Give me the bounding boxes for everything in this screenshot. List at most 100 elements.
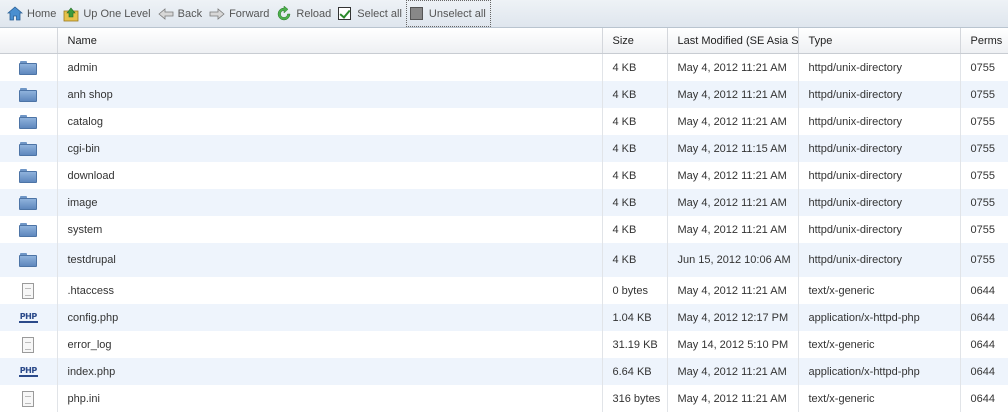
generic-file-icon: [22, 336, 35, 353]
file-perms: 0755: [960, 135, 1008, 162]
folder-icon: [19, 87, 38, 102]
file-name[interactable]: .htaccess: [57, 277, 603, 304]
home-icon: [6, 5, 24, 22]
file-type: httpd/unix-directory: [798, 162, 961, 189]
table-row[interactable]: PHP index.php 6.64 KB May 4, 2012 11:21 AM a…: [0, 358, 1008, 385]
file-type: application/x-httpd-php: [798, 304, 961, 331]
folder-icon: [19, 168, 38, 183]
table-row[interactable]: .htaccess 0 bytes May 4, 2012 11:21 AM text…: [0, 277, 1008, 304]
table-row[interactable]: anh shop 4 KB May 4, 2012 11:21 AM httpd/un…: [0, 81, 1008, 108]
file-name[interactable]: system: [57, 216, 603, 243]
file-name[interactable]: php.ini: [57, 385, 603, 412]
file-perms: 0755: [960, 81, 1008, 108]
file-type: httpd/unix-directory: [798, 53, 961, 81]
file-size: 4 KB: [602, 216, 668, 243]
file-perms: 0755: [960, 216, 1008, 243]
file-size: 4 KB: [602, 243, 668, 277]
file-name[interactable]: admin: [57, 53, 603, 81]
row-icon-cell: [0, 81, 58, 108]
back-button[interactable]: Back: [155, 2, 206, 26]
file-perms: 0644: [960, 331, 1008, 358]
up-one-level-label: Up One Level: [83, 7, 151, 20]
row-icon-cell: [0, 331, 58, 358]
table-row[interactable]: system 4 KB May 4, 2012 11:21 AM httpd/unix…: [0, 216, 1008, 243]
column-header-type[interactable]: Type: [798, 28, 961, 54]
table-row[interactable]: PHP config.php 1.04 KB May 4, 2012 12:17 PM…: [0, 304, 1008, 331]
folder-up-icon: [63, 6, 79, 22]
file-type: httpd/unix-directory: [798, 216, 961, 243]
select-all-button[interactable]: Select all: [335, 2, 406, 26]
file-name[interactable]: cgi-bin: [57, 135, 603, 162]
file-name[interactable]: config.php: [57, 304, 603, 331]
up-one-level-button[interactable]: Up One Level: [60, 2, 154, 26]
table-row[interactable]: catalog 4 KB May 4, 2012 11:21 AM httpd/uni…: [0, 108, 1008, 135]
file-size: 316 bytes: [602, 385, 668, 412]
row-icon-cell: [0, 189, 58, 216]
file-size: 4 KB: [602, 53, 668, 81]
file-size: 4 KB: [602, 108, 668, 135]
column-header-icon: [0, 28, 58, 54]
reload-button[interactable]: Reload: [273, 2, 335, 26]
column-header-modified[interactable]: Last Modified (SE Asia S: [667, 28, 799, 54]
file-modified: May 4, 2012 11:21 AM: [667, 216, 799, 243]
folder-icon: [19, 222, 38, 237]
select-all-label: Select all: [357, 7, 402, 20]
file-name[interactable]: testdrupal: [57, 243, 603, 277]
forward-button[interactable]: Forward: [206, 2, 273, 26]
file-table: Name Size Last Modified (SE Asia S Type …: [0, 28, 1008, 412]
folder-icon: [19, 114, 38, 129]
file-name[interactable]: index.php: [57, 358, 603, 385]
toolbar: Home Up One Level Back Forward Reload Se…: [0, 0, 1008, 28]
file-modified: May 4, 2012 11:21 AM: [667, 277, 799, 304]
row-icon-cell: [0, 243, 58, 277]
row-icon-cell: [0, 135, 58, 162]
reload-icon: [276, 4, 292, 22]
file-name[interactable]: image: [57, 189, 603, 216]
file-modified: May 4, 2012 11:21 AM: [667, 53, 799, 81]
table-row[interactable]: cgi-bin 4 KB May 4, 2012 11:15 AM httpd/uni…: [0, 135, 1008, 162]
unselect-all-label: Unselect all: [428, 7, 486, 20]
column-header-perms[interactable]: Perms: [960, 28, 1008, 54]
file-perms: 0644: [960, 304, 1008, 331]
back-arrow-icon: [157, 6, 174, 22]
file-size: 6.64 KB: [602, 358, 668, 385]
folder-icon: [19, 253, 38, 267]
file-type: httpd/unix-directory: [798, 108, 961, 135]
file-modified: May 4, 2012 11:21 AM: [667, 358, 799, 385]
file-perms: 0755: [960, 189, 1008, 216]
table-header-row: Name Size Last Modified (SE Asia S Type …: [0, 28, 1008, 54]
file-perms: 0644: [960, 277, 1008, 304]
row-icon-cell: [0, 385, 58, 412]
folder-icon: [19, 60, 38, 75]
file-size: 4 KB: [602, 189, 668, 216]
file-name[interactable]: catalog: [57, 108, 603, 135]
file-type: text/x-generic: [798, 277, 961, 304]
file-name[interactable]: error_log: [57, 331, 603, 358]
back-label: Back: [177, 7, 203, 20]
table-row[interactable]: error_log 31.19 KB May 14, 2012 5:10 PM tex…: [0, 331, 1008, 358]
home-label: Home: [27, 7, 57, 20]
file-size: 4 KB: [602, 81, 668, 108]
column-header-name[interactable]: Name: [57, 28, 603, 54]
file-size: 4 KB: [602, 162, 668, 189]
table-row[interactable]: testdrupal 4 KB Jun 15, 2012 10:06 AM httpd…: [0, 243, 1008, 277]
table-row[interactable]: php.ini 316 bytes May 4, 2012 11:21 AM text…: [0, 385, 1008, 412]
unselect-all-button[interactable]: Unselect all: [405, 0, 491, 27]
file-perms: 0755: [960, 53, 1008, 81]
table-row[interactable]: admin 4 KB May 4, 2012 11:21 AM httpd/unix-…: [0, 53, 1008, 81]
row-icon-cell: PHP: [0, 304, 58, 331]
file-name[interactable]: anh shop: [57, 81, 603, 108]
table-row[interactable]: image 4 KB May 4, 2012 11:21 AM httpd/unix-…: [0, 189, 1008, 216]
file-perms: 0644: [960, 385, 1008, 412]
file-type: text/x-generic: [798, 331, 961, 358]
file-size: 0 bytes: [602, 277, 668, 304]
folder-icon: [19, 141, 38, 156]
column-header-size[interactable]: Size: [602, 28, 668, 54]
file-modified: May 4, 2012 11:21 AM: [667, 108, 799, 135]
table-row[interactable]: download 4 KB May 4, 2012 11:21 AM httpd/un…: [0, 162, 1008, 189]
file-name[interactable]: download: [57, 162, 603, 189]
file-perms: 0755: [960, 162, 1008, 189]
home-button[interactable]: Home: [4, 2, 60, 26]
file-size: 1.04 KB: [602, 304, 668, 331]
checkbox-unchecked-icon: [409, 7, 423, 20]
